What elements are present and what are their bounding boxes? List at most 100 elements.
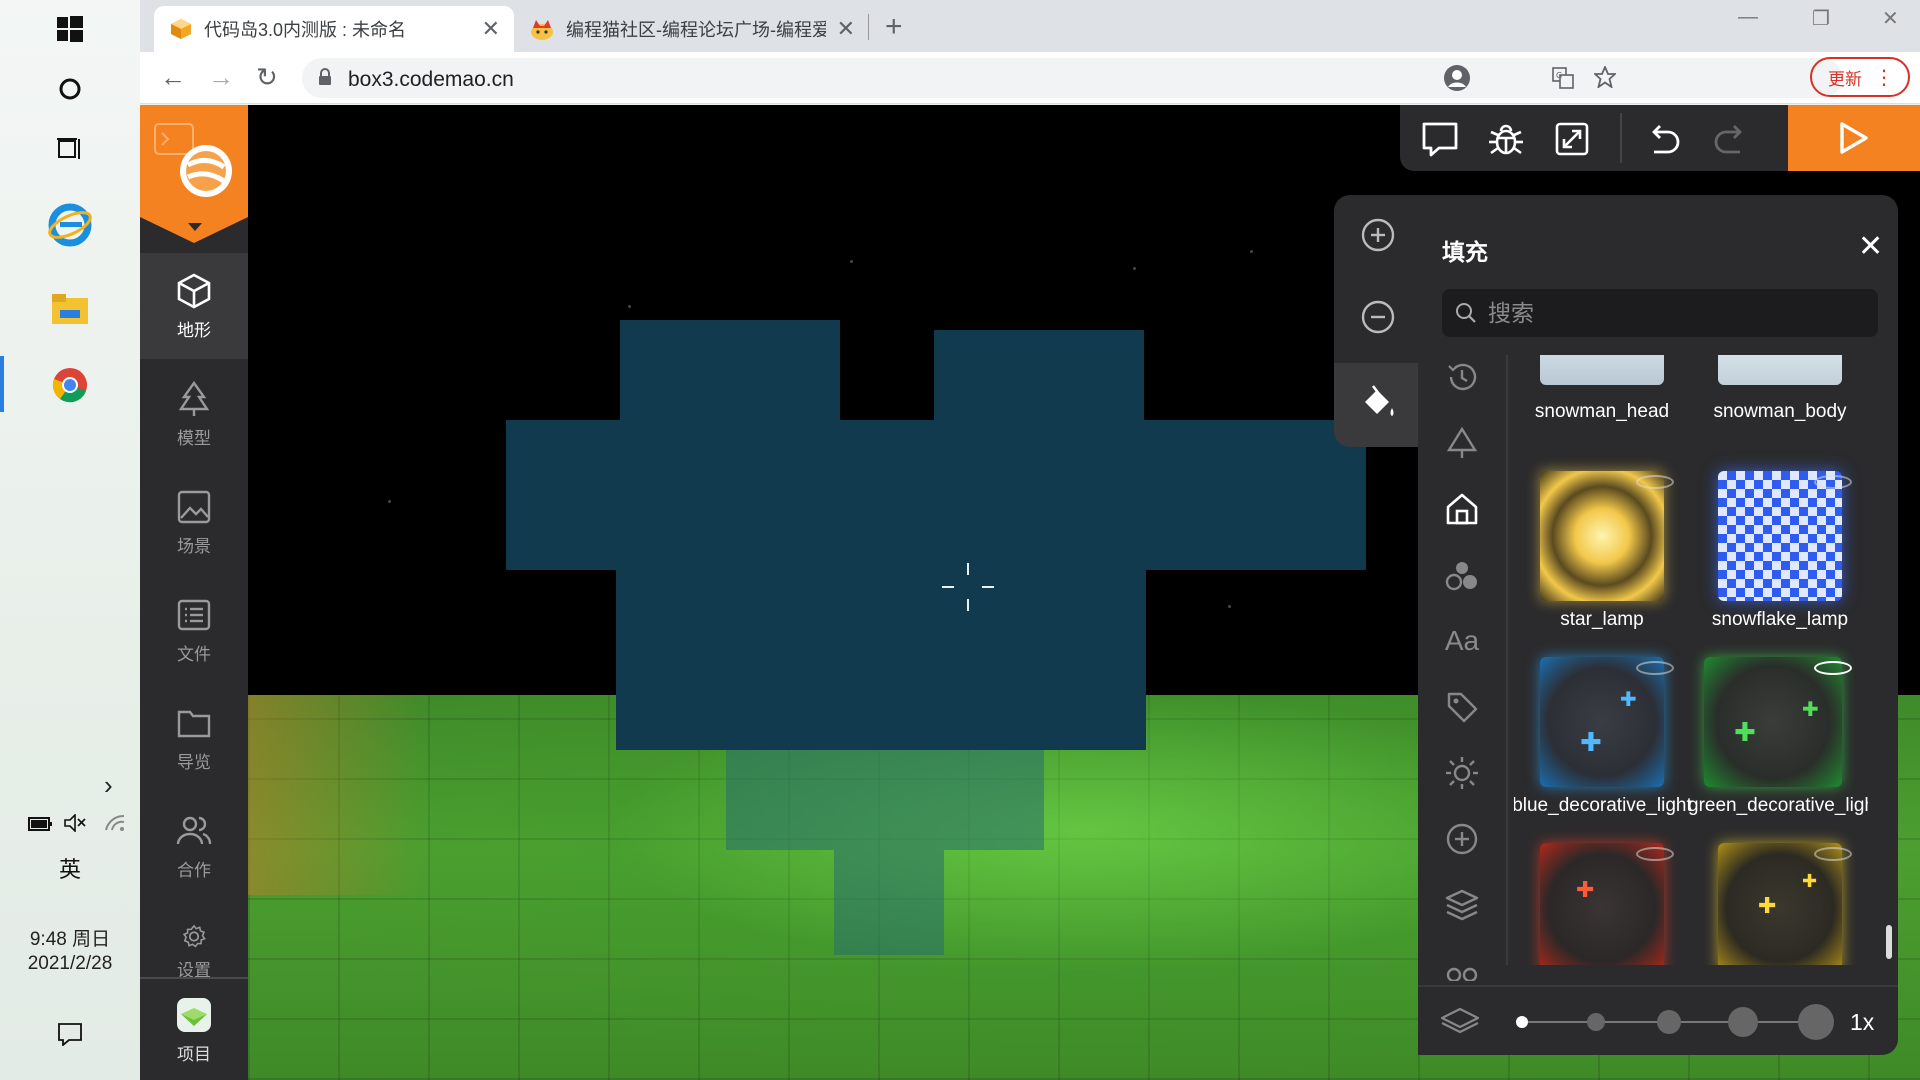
search-field[interactable]: [1442, 289, 1878, 337]
block-item-blue-decorative-light[interactable]: ✚ ✚ blue_decorative_light: [1514, 657, 1692, 843]
minimize-icon[interactable]: —: [1738, 6, 1758, 29]
tag-icon[interactable]: [1440, 685, 1484, 729]
layer-plane-icon[interactable]: [1440, 1005, 1480, 1037]
remove-block-icon[interactable]: [1356, 295, 1400, 339]
back-arrow-icon[interactable]: ←: [160, 62, 186, 93]
slider-step[interactable]: [1728, 1007, 1758, 1037]
block-item-star-lamp[interactable]: star_lamp: [1514, 471, 1690, 657]
url-text[interactable]: box3.codemao.cn: [348, 68, 514, 92]
close-icon[interactable]: ✕: [837, 16, 855, 42]
block-name: green_decorative_light: [1688, 795, 1868, 816]
sidebar-item-settings[interactable]: 设置: [140, 901, 248, 981]
wifi-icon[interactable]: [104, 814, 126, 837]
redo-icon[interactable]: [1710, 119, 1750, 159]
slider-step[interactable]: [1587, 1013, 1605, 1031]
clock-date[interactable]: 2021/2/28: [0, 952, 140, 976]
block-item-red-decorative-light[interactable]: ✚ red_decorative_light: [1514, 843, 1690, 965]
slider-knob-active[interactable]: [1516, 1016, 1528, 1028]
chevron-down-icon: [188, 223, 202, 231]
sidebar-item-file[interactable]: 文件: [140, 577, 248, 683]
tab-codemao-community[interactable]: 编程猫社区-编程论坛广场-编程爱 ✕: [514, 6, 869, 52]
rotate-preview-icon[interactable]: [1814, 847, 1852, 861]
play-button[interactable]: [1788, 105, 1920, 171]
paint-bucket-icon[interactable]: [1356, 381, 1400, 425]
svg-text:G: G: [1556, 71, 1562, 80]
sidebar-item-collab[interactable]: 合作: [140, 793, 248, 899]
project-icon: [177, 998, 211, 1032]
sidebar-item-label: 项目: [177, 1045, 211, 1064]
close-icon[interactable]: ✕: [482, 16, 500, 42]
chrome-icon[interactable]: [45, 360, 95, 410]
sidebar-item-label: 合作: [177, 860, 211, 880]
tool-column: [1334, 195, 1424, 447]
reload-icon[interactable]: ↻: [256, 62, 278, 93]
rotate-preview-icon[interactable]: [1636, 847, 1674, 861]
restore-icon[interactable]: ❐: [1812, 6, 1830, 31]
address-bar[interactable]: box3.codemao.cn G: [302, 58, 1842, 98]
building-house-icon[interactable]: [1440, 487, 1484, 531]
sidebar-item-model[interactable]: 模型: [140, 361, 248, 467]
sidebar-item-guide[interactable]: 导览: [140, 685, 248, 791]
search-circle-icon[interactable]: [45, 64, 95, 114]
ime-indicator[interactable]: 英: [0, 852, 140, 884]
block-name: snowman_head: [1534, 401, 1670, 422]
light-sun-icon[interactable]: [1440, 751, 1484, 795]
task-view-icon[interactable]: [45, 124, 95, 174]
windows-start-icon[interactable]: [45, 4, 95, 54]
new-tab-plus-icon[interactable]: +: [885, 10, 903, 44]
comment-icon[interactable]: [1420, 119, 1460, 159]
tab-codemao-box[interactable]: 代码岛3.0内测版 : 未命名 ✕: [154, 6, 514, 52]
block-item-snowman-body[interactable]: snowman_body: [1692, 355, 1868, 471]
snowman-body-thumbnail: [1718, 355, 1842, 385]
slider-step[interactable]: [1798, 1004, 1834, 1040]
window-close-icon[interactable]: ✕: [1882, 6, 1899, 31]
file-explorer-icon[interactable]: [45, 284, 95, 334]
rotate-preview-icon[interactable]: [1636, 475, 1674, 489]
mute-icon[interactable]: [64, 813, 86, 837]
brush-size-row: 1x: [1418, 985, 1898, 1055]
layers-icon[interactable]: [1440, 883, 1484, 927]
sidebar-item-project[interactable]: 项目: [140, 981, 248, 1080]
bookmark-star-icon[interactable]: [1594, 66, 1616, 88]
block-item-green-decorative-light[interactable]: ✚ ✚ green_decorative_light: [1688, 657, 1868, 843]
rotate-preview-icon[interactable]: [1814, 661, 1852, 675]
rotate-preview-icon[interactable]: [1814, 475, 1852, 489]
sidebar-item-terrain[interactable]: 地形: [140, 253, 248, 359]
translate-icon[interactable]: G: [1552, 67, 1574, 89]
debug-bug-icon[interactable]: [1486, 119, 1526, 159]
block-item-snowflake-lamp[interactable]: snowflake_lamp: [1692, 471, 1868, 657]
codemao-logo[interactable]: [140, 105, 248, 217]
add-category-icon[interactable]: [1440, 817, 1484, 861]
shapes-icon[interactable]: [1440, 553, 1484, 597]
star-dot: [1133, 267, 1136, 270]
sidebar-item-label: 模型: [177, 428, 211, 448]
nature-tree-icon[interactable]: [1440, 421, 1484, 465]
profile-avatar-icon[interactable]: [1443, 64, 1471, 92]
close-icon[interactable]: ✕: [1858, 229, 1883, 264]
block-structure-underwater: [834, 850, 944, 955]
undo-icon[interactable]: [1644, 119, 1684, 159]
block-item-yellow-decorative-light[interactable]: ✚ ✚ yellow_decorative_light: [1692, 843, 1868, 965]
battery-icon[interactable]: [28, 814, 54, 837]
ie-browser-icon[interactable]: [45, 200, 95, 250]
notification-icon[interactable]: [57, 1022, 83, 1051]
fullscreen-icon[interactable]: [1552, 119, 1592, 159]
sidebar-item-scene[interactable]: 场景: [140, 469, 248, 575]
block-grid-scrollbar[interactable]: [1886, 925, 1892, 959]
zoom-level[interactable]: 1x: [1850, 1009, 1874, 1036]
slider-step[interactable]: [1657, 1010, 1681, 1034]
add-block-icon[interactable]: [1356, 213, 1400, 257]
search-input[interactable]: [1488, 297, 1858, 329]
recent-history-icon[interactable]: [1440, 355, 1484, 399]
sidebar-item-label: 场景: [177, 536, 211, 556]
block-item-snowman-head[interactable]: snowman_head: [1514, 355, 1690, 471]
tray-expand-icon[interactable]: ›: [104, 770, 113, 801]
block-name: blue_decorative_light: [1514, 795, 1692, 816]
rotate-preview-icon[interactable]: [1636, 661, 1674, 675]
clock-time[interactable]: 9:48 周日: [0, 928, 140, 952]
lock-icon[interactable]: [318, 68, 332, 86]
editor-sidebar: 地形 模型 场景 文件 导览 合作 设置 项目: [140, 105, 248, 1080]
text-letters-icon[interactable]: Aa: [1440, 619, 1484, 663]
forward-arrow-icon[interactable]: →: [208, 62, 234, 93]
update-button[interactable]: 更新 ⋮: [1810, 57, 1910, 97]
